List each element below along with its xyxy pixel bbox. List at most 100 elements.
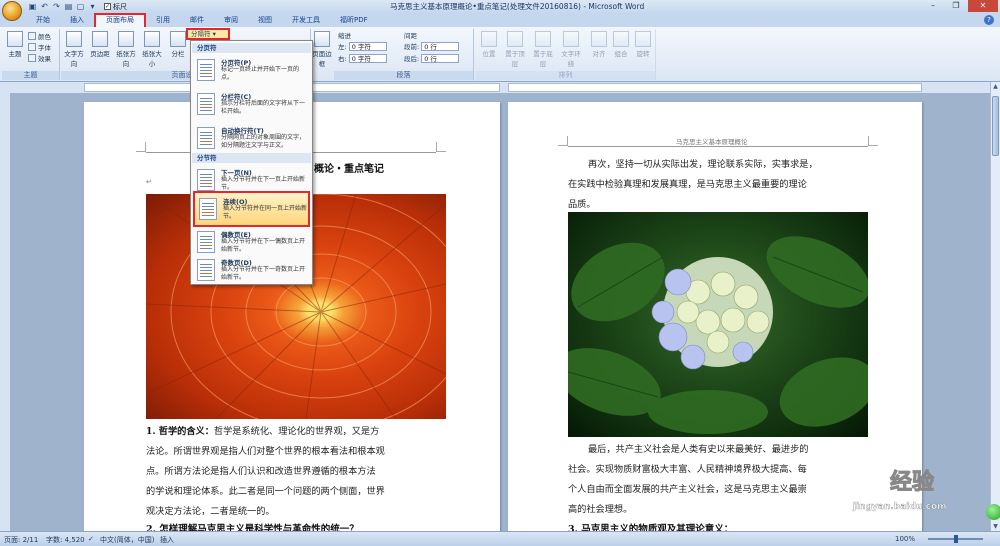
page-border-label: 页面边框 <box>312 50 332 68</box>
status-page[interactable]: 页面: 2/11 <box>4 535 38 545</box>
baidu-jingyan-watermark: 经验 jingyan.baidu.com <box>848 456 998 526</box>
title-bar: ▣ ↶ ↷ ▤ ▢ ▾ ✓ 标尺 马克思主义基本原理概论•重点笔记(处理文件20… <box>0 0 1000 13</box>
save-icon[interactable]: ▣ <box>28 2 37 11</box>
customize-qat-icon[interactable]: ▾ <box>88 2 97 11</box>
effects-button[interactable]: 效果 <box>28 53 51 63</box>
spacing-heading-label: 间距 <box>404 32 417 40</box>
close-button[interactable]: ✕ <box>968 0 998 12</box>
undo-icon[interactable]: ↶ <box>40 2 49 11</box>
tab-view[interactable]: 视图 <box>248 14 282 27</box>
text-wrap-break-icon <box>197 127 215 149</box>
check-icon: ✓ <box>104 3 111 10</box>
paragraph-line: 点。所谓方法论是指人们认识和改造世界遵循的根本方法 <box>146 466 376 477</box>
group-button[interactable]: 组合 <box>610 31 632 58</box>
minimize-button[interactable]: – <box>922 0 944 12</box>
indent-right-label: 右: <box>338 55 347 63</box>
bring-front-button[interactable]: 置于顶层 <box>504 31 526 68</box>
fonts-label: 字体 <box>38 44 51 52</box>
odd-page-break-item[interactable]: 奇数页(D) 插入分节符并在下一奇数页上开始新节。 <box>193 254 310 290</box>
scroll-up-icon[interactable]: ▲ <box>991 82 1000 91</box>
paragraph-line: 再次，坚持一切从实际出发，理论联系实际，实事求是， <box>588 159 818 170</box>
indent-right-field[interactable]: 0 字符 <box>348 53 387 63</box>
spacing-after: 段后: 0 行 <box>404 53 460 63</box>
orientation-icon <box>118 31 134 47</box>
arrange-group: 位置 置于顶层 置于底层 文字环绕 对齐 组合 旋转 排列 <box>476 29 656 80</box>
redo-icon[interactable]: ↷ <box>52 2 61 11</box>
tab-page-layout[interactable]: 页面布局 <box>94 13 146 27</box>
ruler-checkbox[interactable]: ✓ 标尺 <box>104 2 127 12</box>
column-break-item[interactable]: 分栏符(C) 指示分栏符后面的文字将从下一栏开始。 <box>193 88 310 124</box>
paragraph-line: 高的社会理想。 <box>568 504 633 515</box>
page-breaks-header: 分页符 <box>192 43 311 53</box>
zoom-slider[interactable] <box>928 535 983 543</box>
text-wrap-icon <box>563 31 579 47</box>
status-mode[interactable]: 插入 <box>160 535 174 545</box>
margins-button[interactable]: 页边距 <box>89 31 111 58</box>
text-direction-label: 文字方向 <box>64 50 84 68</box>
breaks-button[interactable]: 分隔符 ▾ <box>186 28 230 40</box>
columns-label: 分栏 <box>171 50 185 58</box>
horizontal-ruler-right[interactable] <box>508 83 922 92</box>
tab-references[interactable]: 引用 <box>146 14 180 27</box>
status-words[interactable]: 字数: 4,520 <box>46 535 85 545</box>
office-button[interactable] <box>2 1 22 21</box>
maximize-button[interactable]: ❐ <box>945 0 967 12</box>
even-page-break-icon <box>197 231 215 253</box>
new-doc-icon[interactable]: ▢ <box>76 2 85 11</box>
spacing-before-field[interactable]: 0 行 <box>421 41 460 51</box>
text-direction-button[interactable]: 文字方向 <box>63 31 85 68</box>
align-label: 对齐 <box>592 50 606 58</box>
send-back-label: 置于底层 <box>533 50 553 68</box>
rotate-label: 旋转 <box>636 50 650 58</box>
help-icon[interactable]: ? <box>984 15 994 25</box>
themes-button[interactable]: 主题 <box>4 31 26 58</box>
crop-mark <box>436 142 446 152</box>
page-break-item[interactable]: 分页符(P) 标记一页终止并开始下一页的点。 <box>193 54 310 90</box>
continuous-break-item[interactable]: 连续(O) 插入分节符并在同一页上开始新节。 <box>193 191 310 227</box>
hydrangea-image[interactable] <box>568 212 868 437</box>
paragraph-line: 在实践中检验真理和发展真理，是马克思主义最重要的理论 <box>568 179 807 190</box>
position-button[interactable]: 位置 <box>478 31 500 58</box>
open-icon[interactable]: ▤ <box>64 2 73 11</box>
status-zoom[interactable]: 100% <box>895 535 915 543</box>
tab-insert[interactable]: 插入 <box>60 14 94 27</box>
send-back-button[interactable]: 置于底层 <box>532 31 554 68</box>
floating-ball-icon[interactable] <box>986 504 1000 520</box>
hydrangea-scene <box>568 236 868 434</box>
breaks-dropdown-menu: 分页符 分页符(P) 标记一页终止并开始下一页的点。 分栏符(C) 指示分栏符后… <box>190 40 313 285</box>
status-language[interactable]: 中文(简体，中国) <box>100 535 154 545</box>
tab-review[interactable]: 审阅 <box>214 14 248 27</box>
zoom-slider-knob[interactable] <box>954 535 958 543</box>
tab-developer[interactable]: 开发工具 <box>282 14 330 27</box>
indent-heading: 缩进 <box>338 30 351 40</box>
spacing-after-label: 段后: <box>404 55 420 63</box>
scroll-thumb[interactable] <box>992 96 999 156</box>
colors-button[interactable]: 颜色 <box>28 31 51 41</box>
paragraph-finally: 最后，共产主义社会是人类有史以来最美好、最进步的 社会。实现物质财富极大丰富、人… <box>568 440 868 520</box>
column-break-desc: 指示分栏符后面的文字将从下一栏开始。 <box>221 100 306 115</box>
paper-size-button[interactable]: 纸张大小 <box>141 31 163 68</box>
breaks-button-label: 分隔符 <box>191 30 211 38</box>
vertical-ruler[interactable] <box>0 93 10 531</box>
spellcheck-icon[interactable]: ✓ <box>88 535 94 543</box>
indent-left-field[interactable]: 0 字符 <box>348 41 387 51</box>
page-border-button[interactable]: 页面边框 <box>312 31 332 68</box>
align-icon <box>591 31 607 47</box>
tab-home[interactable]: 开始 <box>26 14 60 27</box>
align-button[interactable]: 对齐 <box>588 31 610 58</box>
tab-foxit-pdf[interactable]: 福昕PDF <box>330 14 378 27</box>
spacing-after-field[interactable]: 0 行 <box>421 53 460 63</box>
orientation-label: 纸张方向 <box>116 50 136 68</box>
tab-mailings[interactable]: 邮件 <box>180 14 214 27</box>
fonts-button[interactable]: 字体 <box>28 42 51 52</box>
odd-page-break-icon <box>197 259 215 281</box>
ruler-bar <box>0 82 1000 93</box>
text-wrap-button[interactable]: 文字环绕 <box>560 31 582 68</box>
paragraph-mark: ↵ <box>146 178 152 186</box>
odd-page-break-desc: 插入分节符并在下一奇数页上开始新节。 <box>221 266 306 281</box>
page-break-desc: 标记一页终止并开始下一页的点。 <box>221 66 300 81</box>
rotate-button[interactable]: 旋转 <box>632 31 654 58</box>
next-page-break-icon <box>197 169 215 191</box>
paragraph-line: 的学说和理论体系。此二者是同一个问题的两个侧面，世界 <box>146 486 385 497</box>
orientation-button[interactable]: 纸张方向 <box>115 31 137 68</box>
